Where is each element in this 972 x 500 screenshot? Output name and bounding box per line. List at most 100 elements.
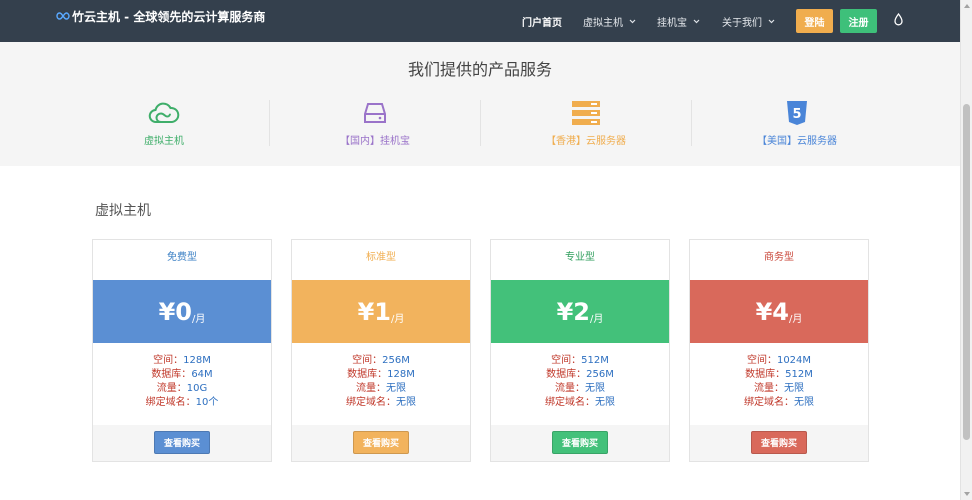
- plan-price-banner: ¥2 /月: [491, 280, 669, 343]
- chevron-down-icon: [693, 19, 700, 24]
- spec-database: 数据库：256M: [491, 368, 669, 382]
- spec-traffic: 流量：无限: [491, 382, 669, 396]
- spec-label: 空间：: [746, 355, 777, 366]
- service-label: 【国内】挂机宝: [340, 136, 410, 147]
- spec-database: 数据库：512M: [690, 368, 868, 382]
- spec-value: 无限: [396, 397, 416, 408]
- plan-price: ¥1: [357, 297, 392, 326]
- spec-label: 空间：: [153, 355, 184, 366]
- cloud-icon: [148, 102, 180, 123]
- hard-drive-icon: [364, 103, 386, 123]
- spec-database: 数据库：128M: [292, 368, 470, 382]
- nav-item-label: 关于我们: [722, 18, 762, 29]
- spec-traffic: 流量：无限: [690, 382, 868, 396]
- spec-label: 流量：: [555, 383, 585, 394]
- spec-label: 数据库：: [745, 369, 786, 380]
- nav-item-virtual-host[interactable]: 虚拟主机: [583, 14, 636, 29]
- vertical-scrollbar[interactable]: [960, 0, 972, 500]
- services-title: 我们提供的产品服务: [407, 60, 552, 79]
- spec-label: 数据库：: [546, 369, 587, 380]
- spec-label: 空间：: [352, 355, 383, 366]
- spec-value: 1024M: [776, 355, 812, 366]
- plan-specs: 空间：256M 数据库：128M 流量：无限 绑定域名：无限: [292, 354, 470, 410]
- infinity-logo-icon: [56, 12, 70, 20]
- html5-shield-icon: 5: [787, 101, 807, 125]
- plan-price: ¥4: [755, 297, 790, 326]
- view-purchase-button[interactable]: 查看购买: [154, 431, 210, 454]
- service-us-cloud-server[interactable]: 5 【美国】云服务器: [692, 100, 902, 150]
- plan-price-banner: ¥1 /月: [292, 280, 470, 343]
- spec-value: 256M: [586, 369, 614, 380]
- plan-footer: 查看购买: [93, 425, 271, 461]
- spec-value: 512M: [581, 355, 609, 366]
- plan-name: 商务型: [764, 252, 794, 263]
- view-purchase-button[interactable]: 查看购买: [751, 431, 807, 454]
- service-domestic-hosting-box[interactable]: 【国内】挂机宝: [270, 100, 480, 150]
- spec-traffic: 流量：无限: [292, 382, 470, 396]
- spec-space: 空间：128M: [93, 354, 271, 368]
- spec-value: 256M: [382, 355, 410, 366]
- nav-item-label: 虚拟主机: [583, 18, 623, 29]
- plan-footer: 查看购买: [491, 425, 669, 461]
- plan-card-standard: 标准型 ¥1 /月 空间：256M 数据库：128M 流量：无限 绑定域名：无限…: [291, 239, 471, 462]
- spec-value: 64M: [191, 369, 213, 380]
- plan-price-banner: ¥0 /月: [93, 280, 271, 343]
- nav-item-home[interactable]: 门户首页: [522, 14, 562, 29]
- spec-value: 无限: [595, 397, 615, 408]
- plan-card-free: 免费型 ¥0 /月 空间：128M 数据库：64M 流量：10G 绑定域名：10…: [92, 239, 272, 462]
- spec-label: 数据库：: [151, 369, 192, 380]
- plan-name: 标准型: [366, 252, 396, 263]
- brand-title: 竹云主机 - 全球领先的云计算服务商: [72, 9, 266, 24]
- chevron-down-icon: [629, 19, 636, 24]
- spec-value: 无限: [794, 397, 814, 408]
- view-purchase-button[interactable]: 查看购买: [552, 431, 608, 454]
- spec-value: 512M: [785, 369, 813, 380]
- service-label: 【美国】云服务器: [757, 136, 837, 147]
- scroll-down-arrow-icon[interactable]: [964, 492, 970, 496]
- spec-value: 无限: [386, 383, 406, 394]
- spec-value: 无限: [784, 383, 804, 394]
- login-button[interactable]: 登陆: [796, 9, 833, 33]
- nav-item-label: 门户首页: [522, 18, 562, 29]
- server-stack-icon: [572, 101, 600, 125]
- spec-label: 绑定域名：: [145, 397, 196, 408]
- scroll-up-arrow-icon[interactable]: [964, 4, 970, 8]
- service-virtual-host[interactable]: 虚拟主机: [59, 100, 269, 150]
- spec-value: 128M: [183, 355, 211, 366]
- brand-logo[interactable]: 竹云主机 - 全球领先的云计算服务商: [56, 8, 265, 24]
- plan-price: ¥2: [556, 297, 591, 326]
- view-purchase-button[interactable]: 查看购买: [353, 431, 409, 454]
- nav-item-about[interactable]: 关于我们: [722, 14, 775, 29]
- product-services-section: 我们提供的产品服务 虚拟主机 【国内】挂机宝 【香港】云服务器 5 【美国】云服…: [0, 42, 960, 166]
- scrollbar-thumb[interactable]: [963, 104, 970, 440]
- plan-price-unit: /月: [192, 314, 206, 325]
- spec-domains: 绑定域名：无限: [292, 396, 470, 410]
- spec-space: 空间：512M: [491, 354, 669, 368]
- spec-label: 流量：: [754, 383, 784, 394]
- plan-specs: 空间：1024M 数据库：512M 流量：无限 绑定域名：无限: [690, 354, 868, 410]
- spec-domains: 绑定域名：10个: [93, 396, 271, 410]
- plan-price: ¥0: [158, 297, 193, 326]
- nav-item-label: 挂机宝: [657, 18, 687, 29]
- plan-name: 免费型: [167, 252, 197, 263]
- nav-item-hosting-box[interactable]: 挂机宝: [657, 14, 700, 29]
- spec-label: 流量：: [156, 383, 187, 394]
- spec-label: 绑定域名：: [545, 397, 595, 408]
- register-button[interactable]: 注册: [840, 9, 877, 33]
- svg-text:5: 5: [792, 107, 801, 122]
- plan-card-professional: 专业型 ¥2 /月 空间：512M 数据库：256M 流量：无限 绑定域名：无限…: [490, 239, 670, 462]
- service-hk-cloud-server[interactable]: 【香港】云服务器: [481, 100, 691, 150]
- spec-domains: 绑定域名：无限: [491, 396, 669, 410]
- plan-footer: 查看购买: [690, 425, 868, 461]
- spec-domains: 绑定域名：无限: [690, 396, 868, 410]
- top-navbar: 竹云主机 - 全球领先的云计算服务商 门户首页 虚拟主机 挂机宝 关于我们 登陆…: [0, 0, 960, 42]
- plan-price-unit: /月: [590, 314, 604, 325]
- theme-drop-icon[interactable]: [894, 13, 903, 26]
- plan-specs: 空间：512M 数据库：256M 流量：无限 绑定域名：无限: [491, 354, 669, 410]
- spec-value: 无限: [585, 383, 605, 394]
- spec-traffic: 流量：10G: [93, 382, 271, 396]
- chevron-down-icon: [768, 19, 775, 24]
- plan-price-banner: ¥4 /月: [690, 280, 868, 343]
- plan-specs: 空间：128M 数据库：64M 流量：10G 绑定域名：10个: [93, 354, 271, 410]
- service-label: 虚拟主机: [144, 136, 184, 147]
